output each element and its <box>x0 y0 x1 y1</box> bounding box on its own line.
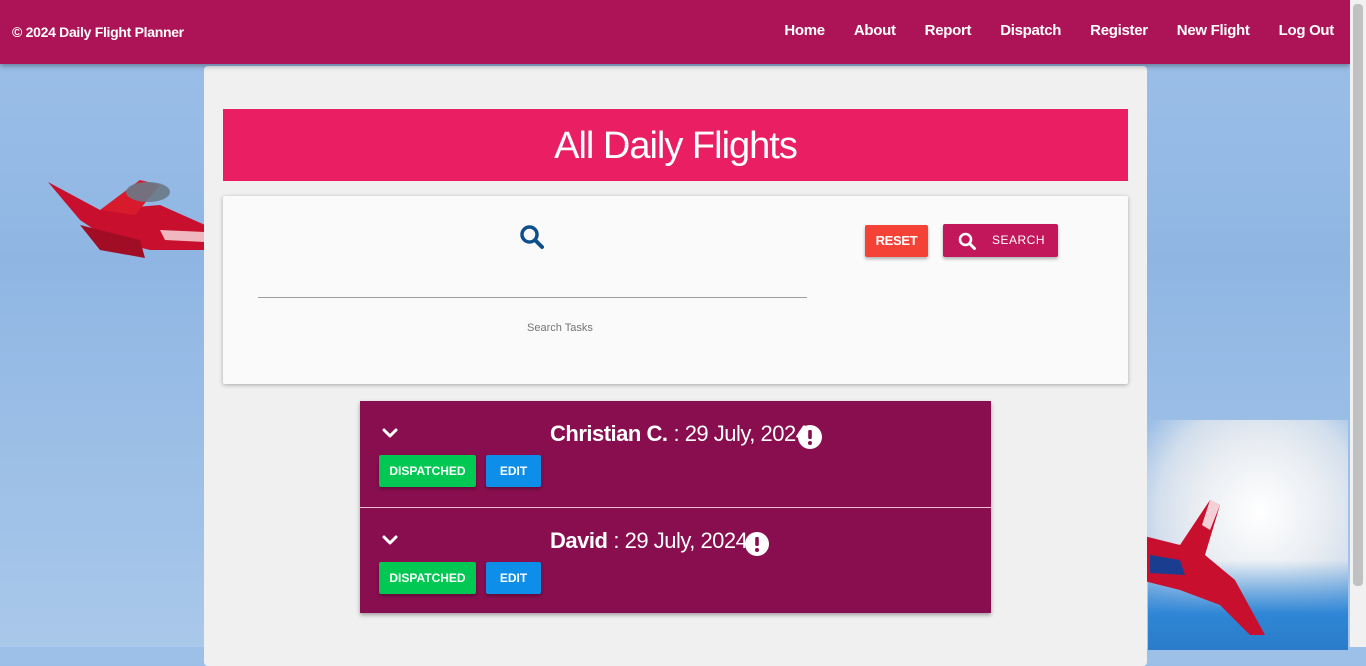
nav-dispatch[interactable]: Dispatch <box>1000 22 1061 39</box>
page-title: All Daily Flights <box>223 109 1128 181</box>
nav-new-flight[interactable]: New Flight <box>1177 22 1250 39</box>
search-card: Search Tasks RESET SEARCH <box>223 196 1128 384</box>
flight-pilot-name: Christian C. <box>550 421 668 446</box>
flight-item: Christian C.: 29 July, 2024 DISPATCHED E… <box>360 401 991 508</box>
nav-home[interactable]: Home <box>784 22 825 39</box>
search-icon <box>958 232 976 250</box>
flight-pilot-name: David <box>550 528 608 553</box>
dispatched-button[interactable]: DISPATCHED <box>379 455 476 487</box>
jet-image-right <box>1140 500 1265 635</box>
search-button[interactable]: SEARCH <box>943 224 1058 257</box>
search-button-label: SEARCH <box>992 233 1046 247</box>
chevron-down-icon[interactable] <box>382 427 398 439</box>
brand-copyright: © 2024 Daily Flight Planner <box>12 24 184 40</box>
search-label: Search Tasks <box>527 322 593 334</box>
nav-report[interactable]: Report <box>925 22 972 39</box>
chevron-down-icon[interactable] <box>382 534 398 546</box>
flight-item: David: 29 July, 2024 DISPATCHED EDIT <box>360 508 991 614</box>
search-icon <box>520 225 544 249</box>
flight-list: Christian C.: 29 July, 2024 DISPATCHED E… <box>360 401 991 613</box>
nav-about[interactable]: About <box>854 22 896 39</box>
main-nav: Home About Report Dispatch Register New … <box>755 22 1334 39</box>
nav-register[interactable]: Register <box>1090 22 1148 39</box>
nav-log-out[interactable]: Log Out <box>1279 22 1335 39</box>
alert-circle-icon <box>745 532 769 556</box>
search-input-underline <box>258 297 807 298</box>
edit-button[interactable]: EDIT <box>486 562 541 594</box>
edit-button[interactable]: EDIT <box>486 455 541 487</box>
jet-image-left <box>48 180 205 258</box>
scrollbar-thumb[interactable] <box>1353 4 1363 586</box>
search-input[interactable] <box>258 271 811 297</box>
flight-title: David: 29 July, 2024 <box>550 528 748 554</box>
top-nav-bar: © 2024 Daily Flight Planner Home About R… <box>0 0 1350 64</box>
page-scrollbar[interactable] <box>1350 0 1366 647</box>
flight-date: : 29 July, 2024 <box>673 421 808 446</box>
flight-date: : 29 July, 2024 <box>613 528 748 553</box>
reset-button[interactable]: RESET <box>865 225 928 257</box>
dispatched-button[interactable]: DISPATCHED <box>379 562 476 594</box>
flight-title: Christian C.: 29 July, 2024 <box>550 421 808 447</box>
alert-circle-icon <box>798 425 822 449</box>
